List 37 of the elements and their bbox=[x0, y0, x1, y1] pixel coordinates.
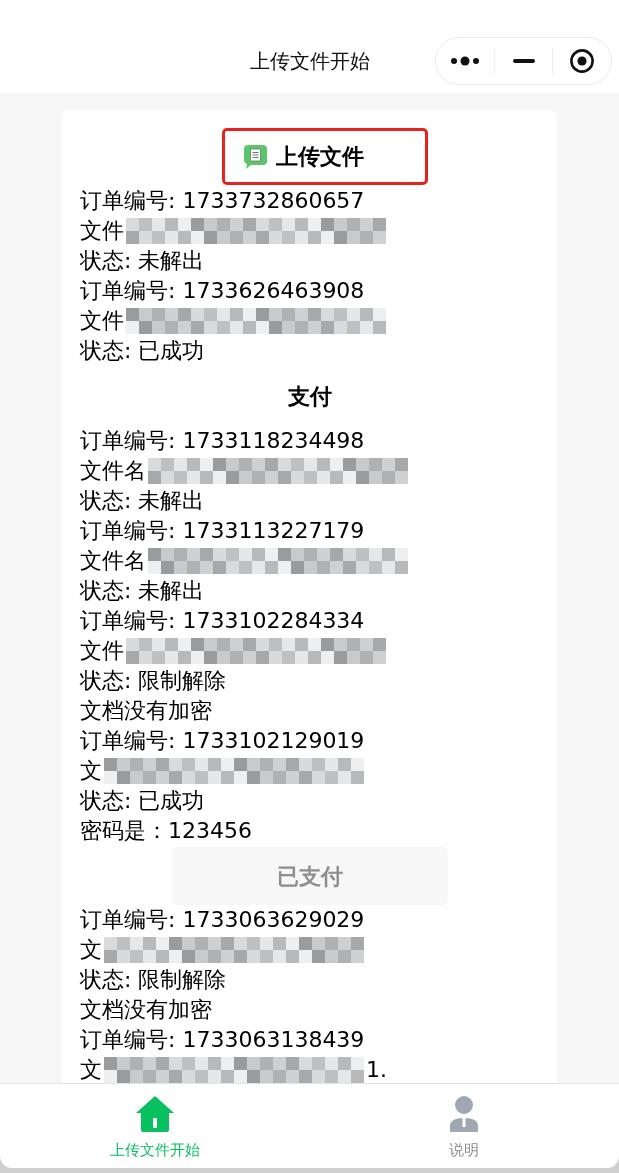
status-text: 状态: 限制解除 bbox=[80, 667, 228, 695]
tab-item[interactable]: 上传文件开始 bbox=[0, 1084, 310, 1168]
file-name-label: 文件 bbox=[80, 637, 124, 665]
order-number-text: 订单编号: 1733626463908 bbox=[80, 277, 366, 305]
order-number-text: 订单编号: 1733118234498 bbox=[80, 427, 366, 455]
status-text: 状态: 限制解除 bbox=[80, 966, 228, 994]
home-icon bbox=[135, 1096, 174, 1132]
file-name-label: 文件名 bbox=[80, 457, 146, 485]
status-text: 状态: 未解出 bbox=[80, 487, 206, 515]
file-name-label: 文件名 bbox=[80, 547, 146, 575]
status-text: 状态: 未解出 bbox=[80, 577, 206, 605]
note-text: 文档没有加密 bbox=[80, 996, 213, 1024]
order-number-text: 订单编号: 1733102129019 bbox=[80, 727, 366, 755]
file-name-label: 文 bbox=[80, 1056, 102, 1083]
order-number-text: 订单编号: 1733102284334 bbox=[80, 607, 366, 635]
file-name-label: 文件 bbox=[80, 217, 124, 245]
target-circle-icon bbox=[570, 48, 595, 73]
person-icon bbox=[450, 1096, 479, 1132]
section-heading: 支付 bbox=[287, 382, 332, 411]
order-number-text: 订单编号: 1733063629029 bbox=[80, 906, 366, 934]
file-name-label: 文 bbox=[80, 757, 102, 785]
minus-icon bbox=[512, 58, 535, 63]
file-name-label: 文件 bbox=[80, 307, 124, 335]
file-name-label: 文 bbox=[80, 936, 102, 964]
status-text: 状态: 已成功 bbox=[80, 787, 206, 815]
order-number-text: 订单编号: 1733732860657 bbox=[80, 187, 366, 215]
section-heading: 上传文件 bbox=[276, 143, 364, 171]
tab-item[interactable]: 说明 bbox=[309, 1084, 619, 1168]
note-text: 文档没有加密 bbox=[80, 697, 213, 725]
note-text: 密码是：123456 bbox=[80, 817, 253, 845]
file-name-suffix: 1. bbox=[366, 1056, 387, 1083]
order-number-text: 订单编号: 1733113227179 bbox=[80, 517, 366, 545]
status-text: 状态: 未解出 bbox=[80, 247, 206, 275]
more-dots-icon bbox=[450, 55, 479, 66]
status-text: 状态: 已成功 bbox=[80, 337, 206, 365]
page-title: 上传文件开始 bbox=[249, 47, 370, 75]
order-number-text: 订单编号: 1733063138439 bbox=[80, 1026, 366, 1054]
